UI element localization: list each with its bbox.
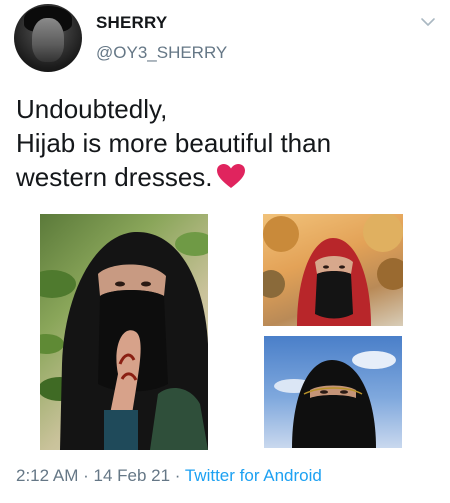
display-name[interactable]: SHERRY xyxy=(96,13,167,33)
tweet-source-link[interactable]: Twitter for Android xyxy=(185,466,322,485)
tweet-line-2: Hijab is more beautiful than xyxy=(16,128,332,158)
user-handle[interactable]: @OY3_SHERRY xyxy=(96,43,227,63)
tweet-photo-3[interactable] xyxy=(264,336,402,448)
photo-woman-black-niqab-sky xyxy=(274,351,396,448)
tweet-photo-1[interactable] xyxy=(40,214,208,450)
avatar[interactable] xyxy=(14,4,82,72)
tweet-date[interactable]: 14 Feb 21 xyxy=(93,466,170,485)
tweet-header: SHERRY @OY3_SHERRY xyxy=(0,0,450,80)
tweet-time[interactable]: 2:12 AM xyxy=(16,466,78,485)
separator-2: · xyxy=(170,466,185,485)
photo-woman-red-hijab-niqab xyxy=(263,214,403,326)
avatar-face xyxy=(32,18,64,62)
photo-woman-black-hijab-niqab xyxy=(40,231,208,450)
tweet-line-1: Undoubtedly, xyxy=(16,94,168,124)
tweet-line-3-text: western dresses. xyxy=(16,162,213,192)
chevron-down-icon[interactable] xyxy=(418,14,438,30)
heart-icon xyxy=(216,164,245,188)
tweet-text: Undoubtedly, Hijab is more beautiful tha… xyxy=(16,92,436,194)
tweet-line-3: western dresses. xyxy=(16,160,436,194)
separator: · xyxy=(78,466,94,485)
tweet-footer: 2:12 AM · 14 Feb 21 · Twitter for Androi… xyxy=(16,466,322,486)
tweet-photo-2[interactable] xyxy=(263,214,403,326)
